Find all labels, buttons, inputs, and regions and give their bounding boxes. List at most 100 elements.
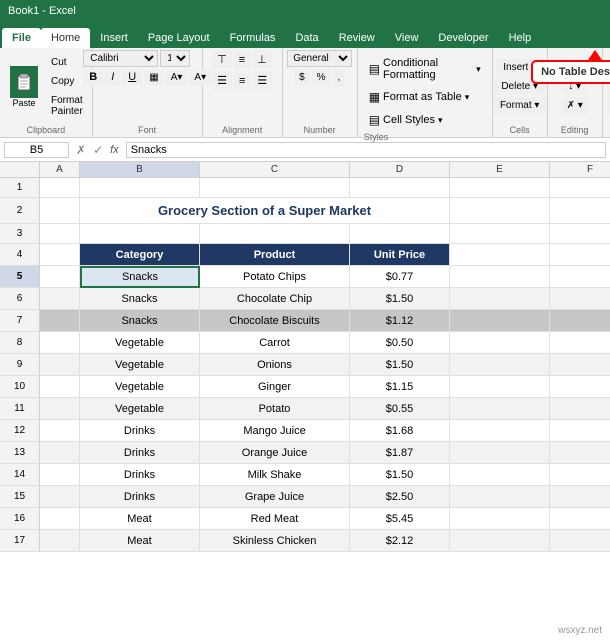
cell-a9[interactable] [40,354,80,376]
cell-c14[interactable]: Milk Shake [200,464,350,486]
cell-a6[interactable] [40,288,80,310]
bold-button[interactable]: B [83,69,103,85]
cut-button[interactable]: Cut [46,54,88,71]
col-header-f[interactable]: F [550,162,610,177]
cell-f2[interactable] [550,198,610,224]
cell-b6[interactable]: Snacks [80,288,200,310]
paste-button[interactable]: Paste [4,62,44,112]
cell-c10[interactable]: Ginger [200,376,350,398]
cell-f16[interactable] [550,508,610,530]
cell-f5[interactable] [550,266,610,288]
cell-d12[interactable]: $1.68 [350,420,450,442]
conditional-formatting-button[interactable]: ▤ Conditional Formatting ▾ [364,54,486,84]
format-cells-button[interactable]: Format ▾ [493,97,546,114]
cell-c5[interactable]: Potato Chips [200,266,350,288]
cell-e7[interactable] [450,310,550,332]
cell-d3[interactable] [350,224,450,244]
cell-f14[interactable] [550,464,610,486]
align-left-button[interactable]: ☰ [212,71,232,90]
tab-help[interactable]: Help [499,28,542,48]
tab-review[interactable]: Review [329,28,385,48]
cell-b13[interactable]: Drinks [80,442,200,464]
cell-b7[interactable]: Snacks [80,310,200,332]
cell-c3[interactable] [200,224,350,244]
cell-c1[interactable] [200,178,350,198]
cell-e17[interactable] [450,530,550,552]
tab-insert[interactable]: Insert [90,28,138,48]
copy-button[interactable]: Copy [46,73,88,90]
comma-button[interactable]: , [333,69,346,86]
cell-e14[interactable] [450,464,550,486]
cell-b12[interactable]: Drinks [80,420,200,442]
align-top-button[interactable]: ⊤ [212,50,232,69]
cell-b4[interactable]: Category [80,244,200,266]
cell-a15[interactable] [40,486,80,508]
align-middle-button[interactable]: ≡ [234,50,250,69]
cell-c13[interactable]: Orange Juice [200,442,350,464]
cell-f6[interactable] [550,288,610,310]
cell-c7[interactable]: Chocolate Biscuits [200,310,350,332]
cell-f4[interactable] [550,244,610,266]
cell-d5[interactable]: $0.77 [350,266,450,288]
cell-d17[interactable]: $2.12 [350,530,450,552]
cell-f3[interactable] [550,224,610,244]
fill-color-button[interactable]: A▾ [166,70,188,85]
cell-b3[interactable] [80,224,200,244]
format-painter-button[interactable]: Format Painter [46,92,88,120]
cell-e11[interactable] [450,398,550,420]
cell-f13[interactable] [550,442,610,464]
tab-file[interactable]: File [2,28,41,48]
cell-reference-box[interactable] [4,142,69,158]
cell-c16[interactable]: Red Meat [200,508,350,530]
tab-page-layout[interactable]: Page Layout [138,28,220,48]
cell-a17[interactable] [40,530,80,552]
cell-d8[interactable]: $0.50 [350,332,450,354]
format-as-table-button[interactable]: ▦ Format as Table ▾ [364,87,486,107]
cell-c9[interactable]: Onions [200,354,350,376]
cell-c6[interactable]: Chocolate Chip [200,288,350,310]
title-cell[interactable]: Grocery Section of a Super Market [80,198,450,224]
font-name-select[interactable]: Calibri [83,50,158,67]
clear-button[interactable]: ✗ ▾ [562,97,588,114]
cell-e12[interactable] [450,420,550,442]
cell-c17[interactable]: Skinless Chicken [200,530,350,552]
col-header-a[interactable]: A [40,162,80,177]
tab-data[interactable]: Data [285,28,328,48]
cell-e10[interactable] [450,376,550,398]
cell-a16[interactable] [40,508,80,530]
tab-view[interactable]: View [385,28,429,48]
cell-b5[interactable]: Snacks [80,266,200,288]
align-right-button[interactable]: ☰ [252,71,272,90]
cell-f1[interactable] [550,178,610,198]
col-header-b[interactable]: B [80,162,200,177]
cell-c15[interactable]: Grape Juice [200,486,350,508]
tab-formulas[interactable]: Formulas [220,28,286,48]
cell-b17[interactable]: Meat [80,530,200,552]
italic-button[interactable]: I [105,69,120,85]
cell-a8[interactable] [40,332,80,354]
cell-a11[interactable] [40,398,80,420]
cell-a7[interactable] [40,310,80,332]
cell-a12[interactable] [40,420,80,442]
cell-a14[interactable] [40,464,80,486]
cell-b14[interactable]: Drinks [80,464,200,486]
font-size-select[interactable]: 11 [160,50,190,67]
formula-input[interactable] [126,142,606,158]
align-bottom-button[interactable]: ⊥ [252,50,272,69]
cell-b15[interactable]: Drinks [80,486,200,508]
cell-e8[interactable] [450,332,550,354]
cell-d15[interactable]: $2.50 [350,486,450,508]
cell-a2[interactable] [40,198,80,224]
cell-d7[interactable]: $1.12 [350,310,450,332]
cell-e3[interactable] [450,224,550,244]
cell-f10[interactable] [550,376,610,398]
border-button[interactable]: ▦ [144,70,163,85]
cell-f17[interactable] [550,530,610,552]
cell-a3[interactable] [40,224,80,244]
col-header-e[interactable]: E [450,162,550,177]
cell-e13[interactable] [450,442,550,464]
cell-a10[interactable] [40,376,80,398]
cell-d9[interactable]: $1.50 [350,354,450,376]
cell-e2[interactable] [450,198,550,224]
cell-f7[interactable] [550,310,610,332]
